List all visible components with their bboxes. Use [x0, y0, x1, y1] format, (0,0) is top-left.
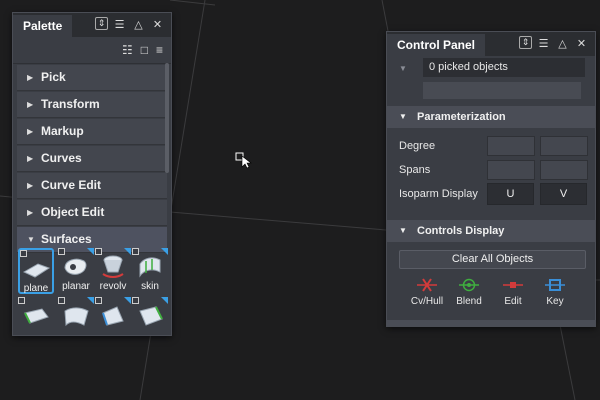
rail-surface-icon [62, 301, 90, 329]
degree-label: Degree [399, 140, 436, 152]
section-label: Object Edit [41, 205, 105, 219]
key-toggle[interactable]: Key [533, 278, 577, 307]
section-pick[interactable]: ▶ Pick [17, 65, 167, 91]
extrude-surface-icon [136, 301, 164, 329]
blend-label: Blend [456, 296, 482, 307]
tool-planar[interactable]: planar [58, 248, 94, 294]
section-curves[interactable]: ▶ Curves [17, 146, 167, 172]
section-parameterization[interactable]: ▼ Parameterization [387, 106, 595, 128]
spans-u-field[interactable] [487, 160, 535, 180]
edit-point-icon [503, 278, 523, 292]
section-label: Curve Edit [41, 178, 102, 192]
tool-label: skin [141, 281, 159, 292]
control-panel-titlebar[interactable]: Control Panel ⇕ ☰ △ ✕ [387, 32, 595, 56]
square-view-icon[interactable]: □ [141, 43, 148, 57]
section-label: Markup [41, 124, 84, 138]
section-label: Curves [41, 151, 82, 165]
dock-icon[interactable]: ⇕ [519, 36, 532, 49]
key-point-icon [545, 278, 565, 292]
planar-surface-icon [62, 252, 90, 280]
spans-label: Spans [399, 164, 431, 176]
close-icon[interactable]: ✕ [150, 17, 165, 32]
cv-hull-label: Cv/Hull [410, 296, 444, 307]
cv-hull-toggle[interactable]: Cv/Hull [405, 278, 449, 307]
tool-surface-8[interactable] [132, 297, 168, 343]
palette-tab[interactable]: Palette [13, 15, 73, 37]
expand-arrow-icon: ▶ [27, 154, 34, 163]
section-label: Controls Display [417, 225, 505, 237]
picked-objects-list[interactable] [423, 82, 581, 99]
palette-titlebar[interactable]: Palette ⇕ ☰ △ ✕ [13, 13, 171, 37]
section-label: Pick [41, 70, 66, 84]
revolve-surface-icon [99, 252, 127, 280]
palette-menu-icon[interactable]: ≡ [156, 43, 163, 57]
edit-toggle[interactable]: Edit [491, 278, 535, 307]
control-panel-footer [387, 320, 595, 326]
expand-arrow-icon: ▶ [27, 208, 34, 217]
expand-arrow-icon: ▶ [27, 127, 34, 136]
section-controls-display[interactable]: ▼ Controls Display [387, 220, 595, 242]
expand-arrow-icon: ▶ [27, 73, 34, 82]
degree-u-field[interactable] [487, 136, 535, 156]
tool-surface-5[interactable] [18, 297, 54, 343]
control-panel: Control Panel ⇕ ☰ △ ✕ ▼ 0 picked objects… [386, 31, 596, 327]
square-surface-icon [22, 301, 50, 329]
boundary-surface-icon [99, 301, 127, 329]
edit-label: Edit [504, 296, 522, 307]
section-label: Transform [41, 97, 100, 111]
cv-hull-icon [417, 278, 437, 292]
section-label: Parameterization [417, 111, 506, 123]
tool-label: revolv [99, 281, 127, 292]
palette-panel: Palette ⇕ ☰ △ ✕ ☷ □ ≡ ▶ Pick ▶ Transform… [12, 12, 172, 336]
clear-all-objects-button[interactable]: Clear All Objects [399, 250, 586, 269]
palette-scrollbar[interactable] [165, 63, 169, 173]
expand-arrow-icon: ▶ [27, 181, 34, 190]
menu-icon[interactable]: ☰ [112, 17, 127, 32]
tool-surface-6[interactable] [58, 297, 94, 343]
menu-icon[interactable]: ☰ [536, 36, 551, 51]
key-label: Key [546, 296, 564, 307]
isoparm-v-button[interactable]: V [540, 183, 587, 205]
section-transform[interactable]: ▶ Transform [17, 92, 167, 118]
section-object-edit[interactable]: ▶ Object Edit [17, 200, 167, 226]
tool-plane[interactable]: plane [18, 248, 54, 294]
tool-label: plane [23, 283, 49, 294]
tool-surface-7[interactable] [95, 297, 131, 343]
collapse-icon[interactable]: △ [131, 17, 146, 32]
expand-arrow-icon: ▶ [27, 100, 34, 109]
dock-icon[interactable]: ⇕ [95, 17, 108, 30]
tool-revolve[interactable]: revolv [95, 248, 131, 294]
isoparm-display-label: Isoparm Display [399, 188, 478, 200]
move-cursor-icon [235, 152, 252, 169]
control-panel-tab[interactable]: Control Panel [387, 34, 486, 56]
list-view-icon[interactable]: ☷ [122, 43, 133, 57]
tool-skin[interactable]: skin [132, 248, 168, 294]
palette-toolbar: ☷ □ ≡ [13, 37, 171, 64]
collapse-arrow-icon: ▼ [399, 112, 407, 121]
collapse-arrow-icon: ▼ [399, 226, 407, 235]
section-markup[interactable]: ▶ Markup [17, 119, 167, 145]
tool-label: planar [62, 281, 90, 292]
picked-objects-field[interactable]: 0 picked objects [423, 58, 585, 77]
isoparm-u-button[interactable]: U [487, 183, 534, 205]
skin-surface-icon [136, 252, 164, 280]
collapse-icon[interactable]: △ [555, 36, 570, 51]
picked-expand-icon[interactable]: ▼ [399, 64, 407, 73]
section-curve-edit[interactable]: ▶ Curve Edit [17, 173, 167, 199]
degree-v-field[interactable] [540, 136, 588, 156]
spans-v-field[interactable] [540, 160, 588, 180]
close-icon[interactable]: ✕ [574, 36, 589, 51]
blend-icon [459, 278, 479, 292]
blend-toggle[interactable]: Blend [447, 278, 491, 307]
plane-surface-icon [22, 254, 51, 282]
